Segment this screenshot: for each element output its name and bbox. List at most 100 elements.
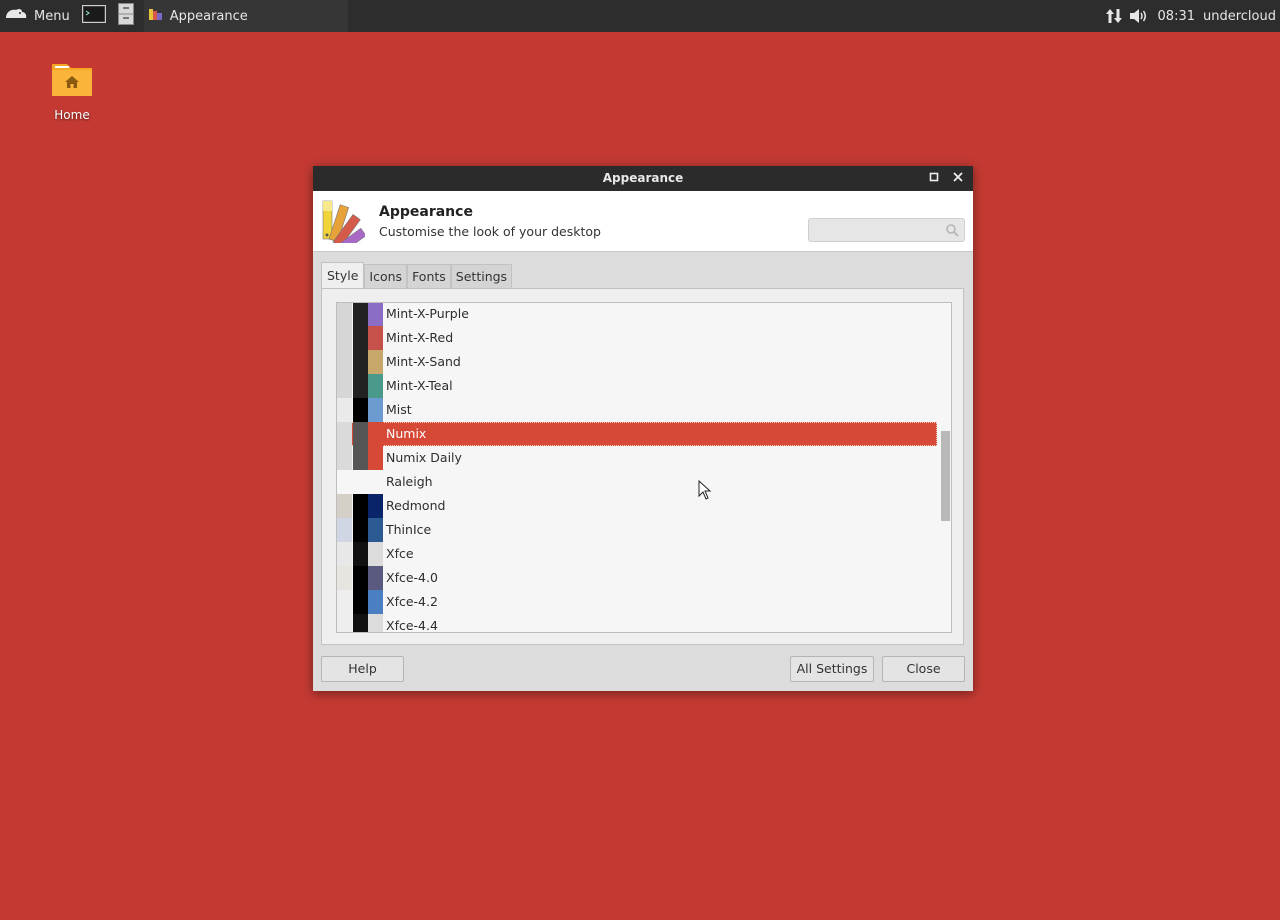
close-button[interactable]: Close bbox=[882, 656, 965, 682]
help-button[interactable]: Help bbox=[321, 656, 404, 682]
theme-color-swatch bbox=[353, 422, 368, 446]
tab-bar: Style Icons Fonts Settings bbox=[321, 262, 513, 289]
theme-color-swatch bbox=[337, 350, 352, 374]
theme-row[interactable]: Xfce-4.2 bbox=[337, 590, 937, 614]
panel-right: 08:31 undercloud bbox=[1102, 0, 1280, 32]
theme-color-swatch bbox=[368, 566, 383, 590]
tab-fonts[interactable]: Fonts bbox=[407, 264, 451, 289]
menu-label: Menu bbox=[34, 8, 70, 24]
mouse-pointer-icon bbox=[698, 479, 712, 504]
tab-icons[interactable]: Icons bbox=[364, 264, 408, 289]
close-window-button[interactable] bbox=[951, 171, 965, 185]
theme-color-swatch bbox=[337, 494, 352, 518]
theme-row[interactable]: Mint-X-Sand bbox=[337, 350, 937, 374]
tab-style[interactable]: Style bbox=[321, 262, 365, 289]
theme-color-swatch bbox=[368, 326, 383, 350]
header-subtitle: Customise the look of your desktop bbox=[379, 224, 601, 239]
theme-name: Xfce-4.2 bbox=[386, 594, 438, 609]
theme-color-swatch bbox=[353, 303, 368, 326]
appearance-icon bbox=[148, 6, 164, 26]
terminal-launcher[interactable] bbox=[81, 3, 107, 29]
theme-color-swatch bbox=[368, 590, 383, 614]
theme-rows: Mint-X-Purple Mint-X-Red Mint-X-Sand Mint-X… bbox=[337, 303, 937, 633]
theme-color-swatch bbox=[337, 470, 352, 494]
theme-color-swatch bbox=[368, 446, 383, 470]
theme-color-swatch bbox=[368, 614, 383, 632]
scrollbar-thumb[interactable] bbox=[941, 431, 950, 521]
theme-color-swatch bbox=[368, 303, 383, 326]
theme-name: Xfce-4.0 bbox=[386, 570, 438, 585]
top-panel: Menu Appearance 08:31 undercloud bbox=[0, 0, 1280, 32]
theme-name: Numix Daily bbox=[386, 450, 462, 465]
dialog-header: Appearance Customise the look of your de… bbox=[313, 191, 973, 262]
theme-name: Mint-X-Sand bbox=[386, 354, 461, 369]
theme-color-swatch bbox=[353, 326, 368, 350]
theme-color-swatch bbox=[353, 446, 368, 470]
theme-color-swatch bbox=[368, 374, 383, 398]
window-titlebar[interactable]: Appearance bbox=[313, 166, 973, 191]
theme-row[interactable]: Numix Daily bbox=[337, 446, 937, 470]
theme-row[interactable]: Redmond bbox=[337, 494, 937, 518]
theme-row[interactable]: Mint-X-Red bbox=[337, 326, 937, 350]
theme-color-swatch bbox=[353, 566, 368, 590]
style-tab-page: Mint-X-Purple Mint-X-Red Mint-X-Sand Mint-X… bbox=[321, 288, 964, 645]
taskbar-item-appearance[interactable]: Appearance bbox=[143, 0, 348, 32]
color-palette-icon bbox=[321, 197, 367, 262]
desktop-home-icon[interactable]: Home bbox=[46, 60, 98, 122]
theme-name: ThinIce bbox=[386, 522, 432, 537]
theme-row[interactable]: ThinIce bbox=[337, 518, 937, 542]
theme-color-swatch bbox=[337, 446, 352, 470]
all-settings-button[interactable]: All Settings bbox=[790, 656, 874, 682]
theme-color-swatch bbox=[337, 374, 352, 398]
theme-row[interactable]: Mist bbox=[337, 398, 937, 422]
theme-list-scrollbar[interactable] bbox=[939, 303, 951, 632]
theme-color-swatch bbox=[353, 542, 368, 566]
theme-name: Redmond bbox=[386, 498, 446, 513]
file-cabinet-icon bbox=[117, 3, 134, 29]
taskbar-item-label: Appearance bbox=[169, 8, 248, 24]
theme-row[interactable]: Mint-X-Teal bbox=[337, 374, 937, 398]
tab-settings[interactable]: Settings bbox=[450, 264, 513, 289]
theme-row[interactable]: Mint-X-Purple bbox=[337, 303, 937, 326]
file-manager-launcher[interactable] bbox=[113, 3, 139, 29]
clock[interactable]: 08:31 bbox=[1158, 9, 1195, 24]
whisker-menu-button[interactable]: Menu bbox=[0, 0, 78, 32]
appearance-dialog: Appearance Appearance Customise the look… bbox=[313, 166, 973, 691]
theme-color-swatch bbox=[368, 494, 383, 518]
home-label: Home bbox=[54, 108, 90, 122]
theme-row[interactable]: Raleigh bbox=[337, 470, 937, 494]
theme-name: Numix bbox=[386, 426, 427, 441]
maximize-button[interactable] bbox=[927, 171, 941, 185]
theme-color-swatch bbox=[368, 542, 383, 566]
theme-color-swatch bbox=[368, 518, 383, 542]
theme-color-swatch bbox=[337, 542, 352, 566]
theme-name: Raleigh bbox=[386, 474, 433, 489]
user-menu[interactable]: undercloud bbox=[1203, 9, 1276, 24]
network-icon[interactable] bbox=[1105, 7, 1123, 25]
theme-row[interactable]: Xfce-4.4 bbox=[337, 614, 937, 633]
theme-color-swatch bbox=[353, 374, 368, 398]
volume-icon[interactable] bbox=[1129, 8, 1149, 24]
theme-color-swatch bbox=[337, 422, 352, 446]
search-input[interactable] bbox=[808, 218, 965, 242]
panel-left: Menu Appearance bbox=[0, 0, 348, 32]
theme-name: Mint-X-Purple bbox=[386, 306, 469, 321]
theme-color-swatch bbox=[353, 470, 368, 494]
theme-color-swatch bbox=[353, 590, 368, 614]
theme-name: Xfce-4.4 bbox=[386, 618, 438, 633]
theme-color-swatch bbox=[368, 398, 383, 422]
theme-row[interactable]: Xfce-4.0 bbox=[337, 566, 937, 590]
mouse-logo-icon bbox=[4, 6, 28, 26]
theme-color-swatch bbox=[337, 303, 352, 326]
theme-color-swatch bbox=[337, 326, 352, 350]
theme-color-swatch bbox=[353, 398, 368, 422]
theme-color-swatch bbox=[337, 518, 352, 542]
theme-color-swatch bbox=[368, 350, 383, 374]
theme-color-swatch bbox=[353, 614, 368, 632]
theme-name: Mint-X-Teal bbox=[386, 378, 453, 393]
theme-name: Mint-X-Red bbox=[386, 330, 454, 345]
theme-row[interactable]: Xfce bbox=[337, 542, 937, 566]
theme-list[interactable]: Mint-X-Purple Mint-X-Red Mint-X-Sand Mint-X… bbox=[336, 302, 952, 633]
window-title: Appearance bbox=[602, 171, 684, 185]
theme-row[interactable]: Numix bbox=[337, 422, 937, 446]
